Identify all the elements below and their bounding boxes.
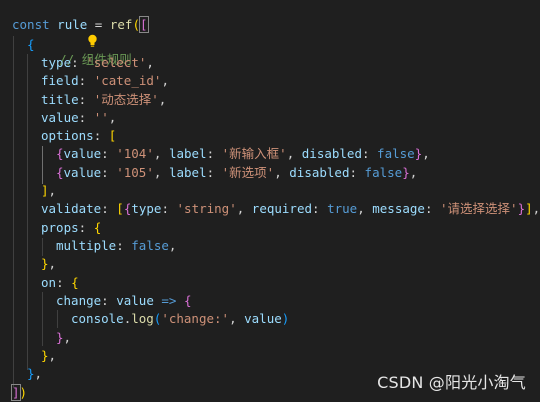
- code-line: options: [: [41, 128, 117, 143]
- code-line: on: {: [41, 275, 79, 290]
- code-line: },: [41, 256, 57, 271]
- code-line: ],: [41, 183, 57, 198]
- code-line: change: value => {: [56, 293, 192, 308]
- prop-key: props: [41, 220, 79, 235]
- operator-equals: =: [87, 17, 110, 32]
- indent-guide: [13, 36, 14, 388]
- indent-guide: [42, 238, 43, 256]
- code-line: title: '动态选择',: [41, 92, 167, 107]
- arrow-operator: =>: [161, 293, 177, 308]
- prop-key: disabled: [301, 146, 362, 161]
- param: value: [116, 293, 154, 308]
- paren-open: (: [132, 17, 140, 32]
- prop-key: change: [56, 293, 102, 308]
- string-value: '新输入框': [221, 146, 287, 161]
- bracket-match-close: ]: [11, 384, 21, 401]
- bracket-open: [: [108, 128, 117, 143]
- string-value: 'select': [86, 55, 147, 70]
- code-line-comment: // 组件规则: [12, 0, 132, 67]
- prop-key: disabled: [289, 165, 350, 180]
- string-value: '新选项': [221, 165, 275, 180]
- boolean-false: false: [131, 238, 169, 253]
- prop-key: type: [41, 55, 72, 70]
- prop-key: type: [131, 201, 162, 216]
- prop-key: value: [63, 165, 102, 180]
- string-value: '104': [116, 146, 154, 161]
- bracket-match-open: [: [139, 16, 149, 33]
- code-line: ]): [11, 384, 28, 401]
- identifier-console: console: [71, 311, 124, 326]
- code-line: value: '',: [41, 110, 117, 125]
- code-line: },: [27, 366, 43, 381]
- code-line-option: {value: '104', label: '新输入框', disabled: …: [56, 146, 430, 161]
- string-value: 'change:': [161, 311, 230, 326]
- code-line: multiple: false,: [56, 238, 177, 253]
- function-log: log: [131, 311, 154, 326]
- boolean-true: true: [327, 201, 358, 216]
- code-line: console.log('change:', value): [71, 311, 290, 326]
- function-ref: ref: [109, 17, 133, 32]
- indent-guide: [42, 292, 43, 346]
- string-value: 'string': [176, 201, 237, 216]
- prop-key: field: [41, 73, 79, 88]
- string-value: '': [93, 110, 109, 125]
- code-line: {: [27, 36, 35, 54]
- code-line: },: [56, 330, 72, 345]
- indent-guide-active: [42, 146, 43, 184]
- prop-key: message: [372, 201, 425, 216]
- prop-key: value: [63, 146, 102, 161]
- prop-key: value: [41, 110, 79, 125]
- code-line: props: {: [41, 220, 102, 235]
- code-editor[interactable]: // 组件规则 const rule = ref([ { type: 'sele…: [0, 0, 540, 402]
- string-value: '105': [116, 165, 154, 180]
- keyword-const: const: [12, 17, 50, 32]
- string-value: '请选择选择': [440, 201, 518, 216]
- prop-key: on: [41, 275, 57, 290]
- param: value: [244, 311, 282, 326]
- watermark: CSDN @阳光小淘气: [377, 373, 526, 392]
- prop-key: options: [41, 128, 94, 143]
- prop-key: title: [41, 92, 79, 107]
- identifier-rule: rule: [57, 17, 88, 32]
- code-line-option: {value: '105', label: '新选项', disabled: f…: [56, 165, 418, 180]
- boolean-false: false: [377, 146, 415, 161]
- code-line: },: [41, 348, 57, 363]
- string-value: 'cate_id': [93, 73, 162, 88]
- prop-key: multiple: [56, 238, 117, 253]
- code-line: field: 'cate_id',: [41, 73, 169, 88]
- prop-key: label: [168, 165, 207, 180]
- prop-key: required: [251, 201, 313, 216]
- code-line: const rule = ref([: [12, 16, 149, 34]
- code-line: type: 'select',: [41, 55, 154, 70]
- boolean-false: false: [364, 165, 403, 180]
- prop-key: label: [168, 146, 207, 161]
- indent-guide: [27, 54, 28, 370]
- indent-guide: [57, 310, 58, 328]
- brace-open: {: [27, 37, 35, 52]
- prop-key: validate: [41, 201, 102, 216]
- code-line-validate: validate: [{type: 'string', required: tr…: [41, 201, 540, 216]
- string-value: '动态选择': [93, 92, 159, 107]
